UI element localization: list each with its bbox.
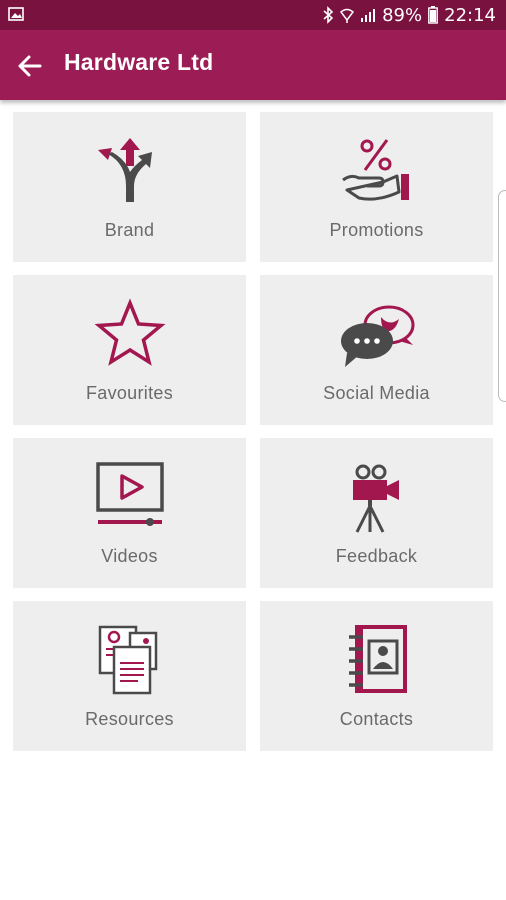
battery-percent: 89% bbox=[382, 4, 423, 26]
tile-label: Promotions bbox=[329, 220, 424, 240]
tile-favourites[interactable]: Favourites bbox=[13, 275, 246, 425]
app-bar: Hardware Ltd bbox=[0, 30, 506, 100]
video-player-icon bbox=[95, 462, 164, 526]
clock: 22:14 bbox=[444, 4, 496, 26]
status-icons: 89% 22:14 bbox=[322, 3, 496, 27]
tile-resources[interactable]: Resources bbox=[13, 601, 246, 751]
wifi-icon bbox=[340, 8, 355, 23]
tile-contacts[interactable]: Contacts bbox=[260, 601, 493, 751]
page-title: Hardware Ltd bbox=[64, 49, 214, 75]
tile-promotions[interactable]: Promotions bbox=[260, 112, 493, 262]
tile-videos[interactable]: Videos bbox=[13, 438, 246, 588]
movie-camera-icon bbox=[352, 464, 399, 533]
gallery-notification-icon bbox=[8, 7, 24, 21]
tile-label: Social Media bbox=[323, 383, 430, 403]
star-icon bbox=[94, 298, 165, 366]
battery-icon bbox=[428, 6, 439, 24]
bluetooth-icon bbox=[323, 6, 334, 24]
tile-brand[interactable]: Brand bbox=[13, 112, 246, 262]
tile-label: Contacts bbox=[339, 709, 414, 729]
tile-label: Videos bbox=[101, 546, 158, 566]
status-bar: 89% 22:14 bbox=[0, 0, 506, 30]
tile-social-media[interactable]: Social Media bbox=[260, 275, 493, 425]
tile-label: Feedback bbox=[335, 546, 418, 566]
back-arrow-icon[interactable] bbox=[14, 50, 46, 82]
tile-label: Favourites bbox=[85, 383, 174, 403]
tile-feedback[interactable]: Feedback bbox=[260, 438, 493, 588]
social-chat-bird-icon bbox=[340, 305, 414, 367]
directions-arrows-icon bbox=[97, 138, 152, 202]
percent-hand-icon bbox=[341, 139, 409, 201]
tile-label: Brand bbox=[104, 220, 155, 240]
address-book-icon bbox=[348, 625, 407, 693]
documents-icon bbox=[98, 625, 157, 695]
tile-label: Resources bbox=[85, 709, 174, 729]
edge-panel-handle[interactable] bbox=[498, 190, 506, 402]
signal-icon bbox=[361, 9, 376, 22]
